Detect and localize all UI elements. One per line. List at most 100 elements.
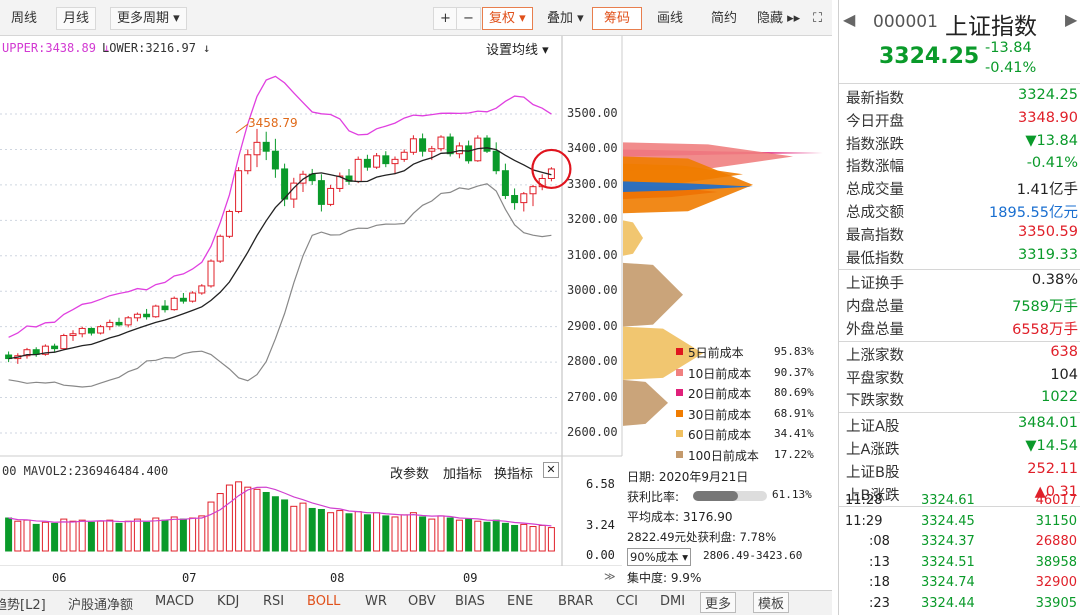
draw-line-button[interactable]: 画线 (650, 7, 690, 30)
price-tick: 3300.00 (567, 176, 618, 191)
volume-bar (391, 516, 399, 552)
legend-swatch (676, 368, 683, 376)
add-indicator-button[interactable]: 加指标 (443, 463, 482, 482)
simple-mode-button[interactable]: 简约 (704, 7, 744, 30)
indicator-tab-macd[interactable]: MACD (155, 594, 194, 609)
candle-body (161, 305, 169, 311)
volume-tick: 0.00 (586, 548, 615, 562)
quote-row: 下跌家数 1022 (839, 388, 1080, 411)
volume-bar (161, 519, 169, 552)
profit-bar-fill (693, 491, 739, 501)
volume-bar (290, 505, 298, 552)
indicator-tab-沪股通净额[interactable]: 沪股通净额 (68, 594, 133, 613)
prev-stock-icon[interactable]: ◀ (843, 10, 855, 29)
period-weekly-button[interactable]: 周线 (4, 7, 44, 30)
legend-value: 17.22% (774, 447, 814, 461)
kline-chart[interactable] (0, 36, 832, 566)
tick-volume: 32900 (1035, 575, 1077, 590)
candle-body (317, 180, 325, 205)
zoom-in-button[interactable]: + (433, 7, 458, 30)
close-indicator-icon[interactable]: ✕ (543, 462, 559, 478)
indicator-tab-obv[interactable]: OBV (408, 594, 436, 609)
tick-price: 3324.44 (921, 595, 975, 611)
candle-body (60, 335, 68, 350)
indicator-tab-模板[interactable]: 模板 (753, 592, 790, 613)
tick-price: 3324.37 (921, 534, 975, 549)
hide-button[interactable]: 隐藏 ▸▸ (750, 7, 807, 30)
candle-body (354, 158, 362, 182)
volume-bar (437, 515, 445, 552)
quote-value: 104 (1050, 366, 1078, 383)
candle-body (391, 158, 399, 165)
overlay-dropdown[interactable]: 叠加 ▾ (540, 7, 591, 30)
indicator-tab-cci[interactable]: CCI (616, 594, 638, 609)
legend-label: 100日前成本 (688, 448, 759, 463)
volume-bar (124, 520, 132, 552)
tick-time: 11:28 (845, 493, 883, 508)
period-monthly-button[interactable]: 月线 (56, 7, 97, 30)
quote-row: 总成交额 1895.55亿元 (839, 200, 1080, 223)
quote-label: 总成交额 (846, 205, 904, 221)
volume-bar (483, 521, 491, 552)
price-tick: 2700.00 (567, 389, 618, 404)
legend-value: 80.69% (774, 386, 814, 399)
stock-change: -13.84 (985, 40, 1032, 56)
quote-label: 上证A股 (846, 419, 900, 436)
legend-swatch (676, 430, 683, 437)
chip-distribution-button[interactable]: 筹码 (592, 7, 642, 30)
quote-label: 上证换手 (846, 276, 904, 293)
volume-bar (400, 514, 408, 552)
fullscreen-icon[interactable]: ⛶ (806, 7, 829, 30)
candle-body (262, 141, 270, 152)
ma-settings-dropdown[interactable]: 设置均线 ▾ (486, 39, 549, 58)
volume-bar (143, 521, 151, 552)
indicator-tab-ene[interactable]: ENE (507, 594, 533, 609)
indicator-tab-更多[interactable]: 更多 (700, 592, 737, 613)
profit-label: 获利比率: (627, 490, 680, 504)
volume-bar (244, 486, 252, 552)
quote-label: 下跌家数 (846, 393, 904, 410)
indicator-tab-wr[interactable]: WR (365, 594, 387, 609)
indicator-tab-趋势[l2][interactable]: 趋势[L2] (0, 594, 46, 613)
quote-row: 指数涨幅 -0.41% (839, 154, 1080, 177)
next-stock-icon[interactable]: ▶ (1065, 10, 1077, 29)
candle-body (446, 136, 454, 155)
candle-body (428, 148, 436, 152)
change-indicator-button[interactable]: 换指标 (494, 463, 533, 482)
indicator-tab-bias[interactable]: BIAS (455, 594, 485, 609)
indicator-tab-dmi[interactable]: DMI (660, 594, 685, 609)
candle-body (78, 327, 86, 335)
candle-body (253, 141, 261, 156)
quote-value: 252.11 (1027, 460, 1078, 477)
tick-time: 11:29 (845, 513, 883, 529)
quote-row: 外盘总量 6558万手 (839, 317, 1080, 340)
change-params-button[interactable]: 改参数 (390, 463, 429, 482)
volume-bar (225, 484, 233, 552)
volume-bar (382, 515, 390, 552)
indicator-tab-brar[interactable]: BRAR (558, 594, 593, 609)
volume-bar (327, 512, 335, 552)
volume-bar (51, 522, 59, 552)
volume-bar (428, 518, 436, 552)
candle-body (271, 150, 279, 170)
indicator-tab-kdj[interactable]: KDJ (217, 594, 239, 609)
more-periods-dropdown[interactable]: 更多周期 ▾ (110, 7, 187, 30)
price-tick: 3200.00 (567, 212, 618, 227)
quote-value: -0.41% (1026, 155, 1078, 172)
scroll-right-icon[interactable]: ≫ (604, 570, 616, 583)
quote-row: 上证A股 3484.01 (839, 414, 1080, 437)
zoom-out-button[interactable]: − (456, 7, 481, 30)
avg-cost: 平均成本: 3176.90 (627, 510, 733, 524)
adjust-price-dropdown[interactable]: 复权 ▾ (482, 7, 533, 30)
legend-label: 30日前成本 (688, 407, 752, 422)
upper-band-label: UPPER:3438.89 ↓ (2, 41, 111, 55)
volume-tick: 6.58 (586, 477, 615, 491)
candle-body (124, 317, 132, 326)
lower-band-line (8, 183, 552, 388)
quote-row: 指数涨跌 ▼13.84 (839, 132, 1080, 155)
cost-percent-select[interactable]: 90%成本 ▾ (627, 548, 691, 566)
indicator-tab-rsi[interactable]: RSI (263, 594, 284, 609)
candle-body (143, 313, 151, 318)
indicator-tab-boll[interactable]: BOLL (307, 594, 340, 609)
candle-body (207, 260, 215, 287)
